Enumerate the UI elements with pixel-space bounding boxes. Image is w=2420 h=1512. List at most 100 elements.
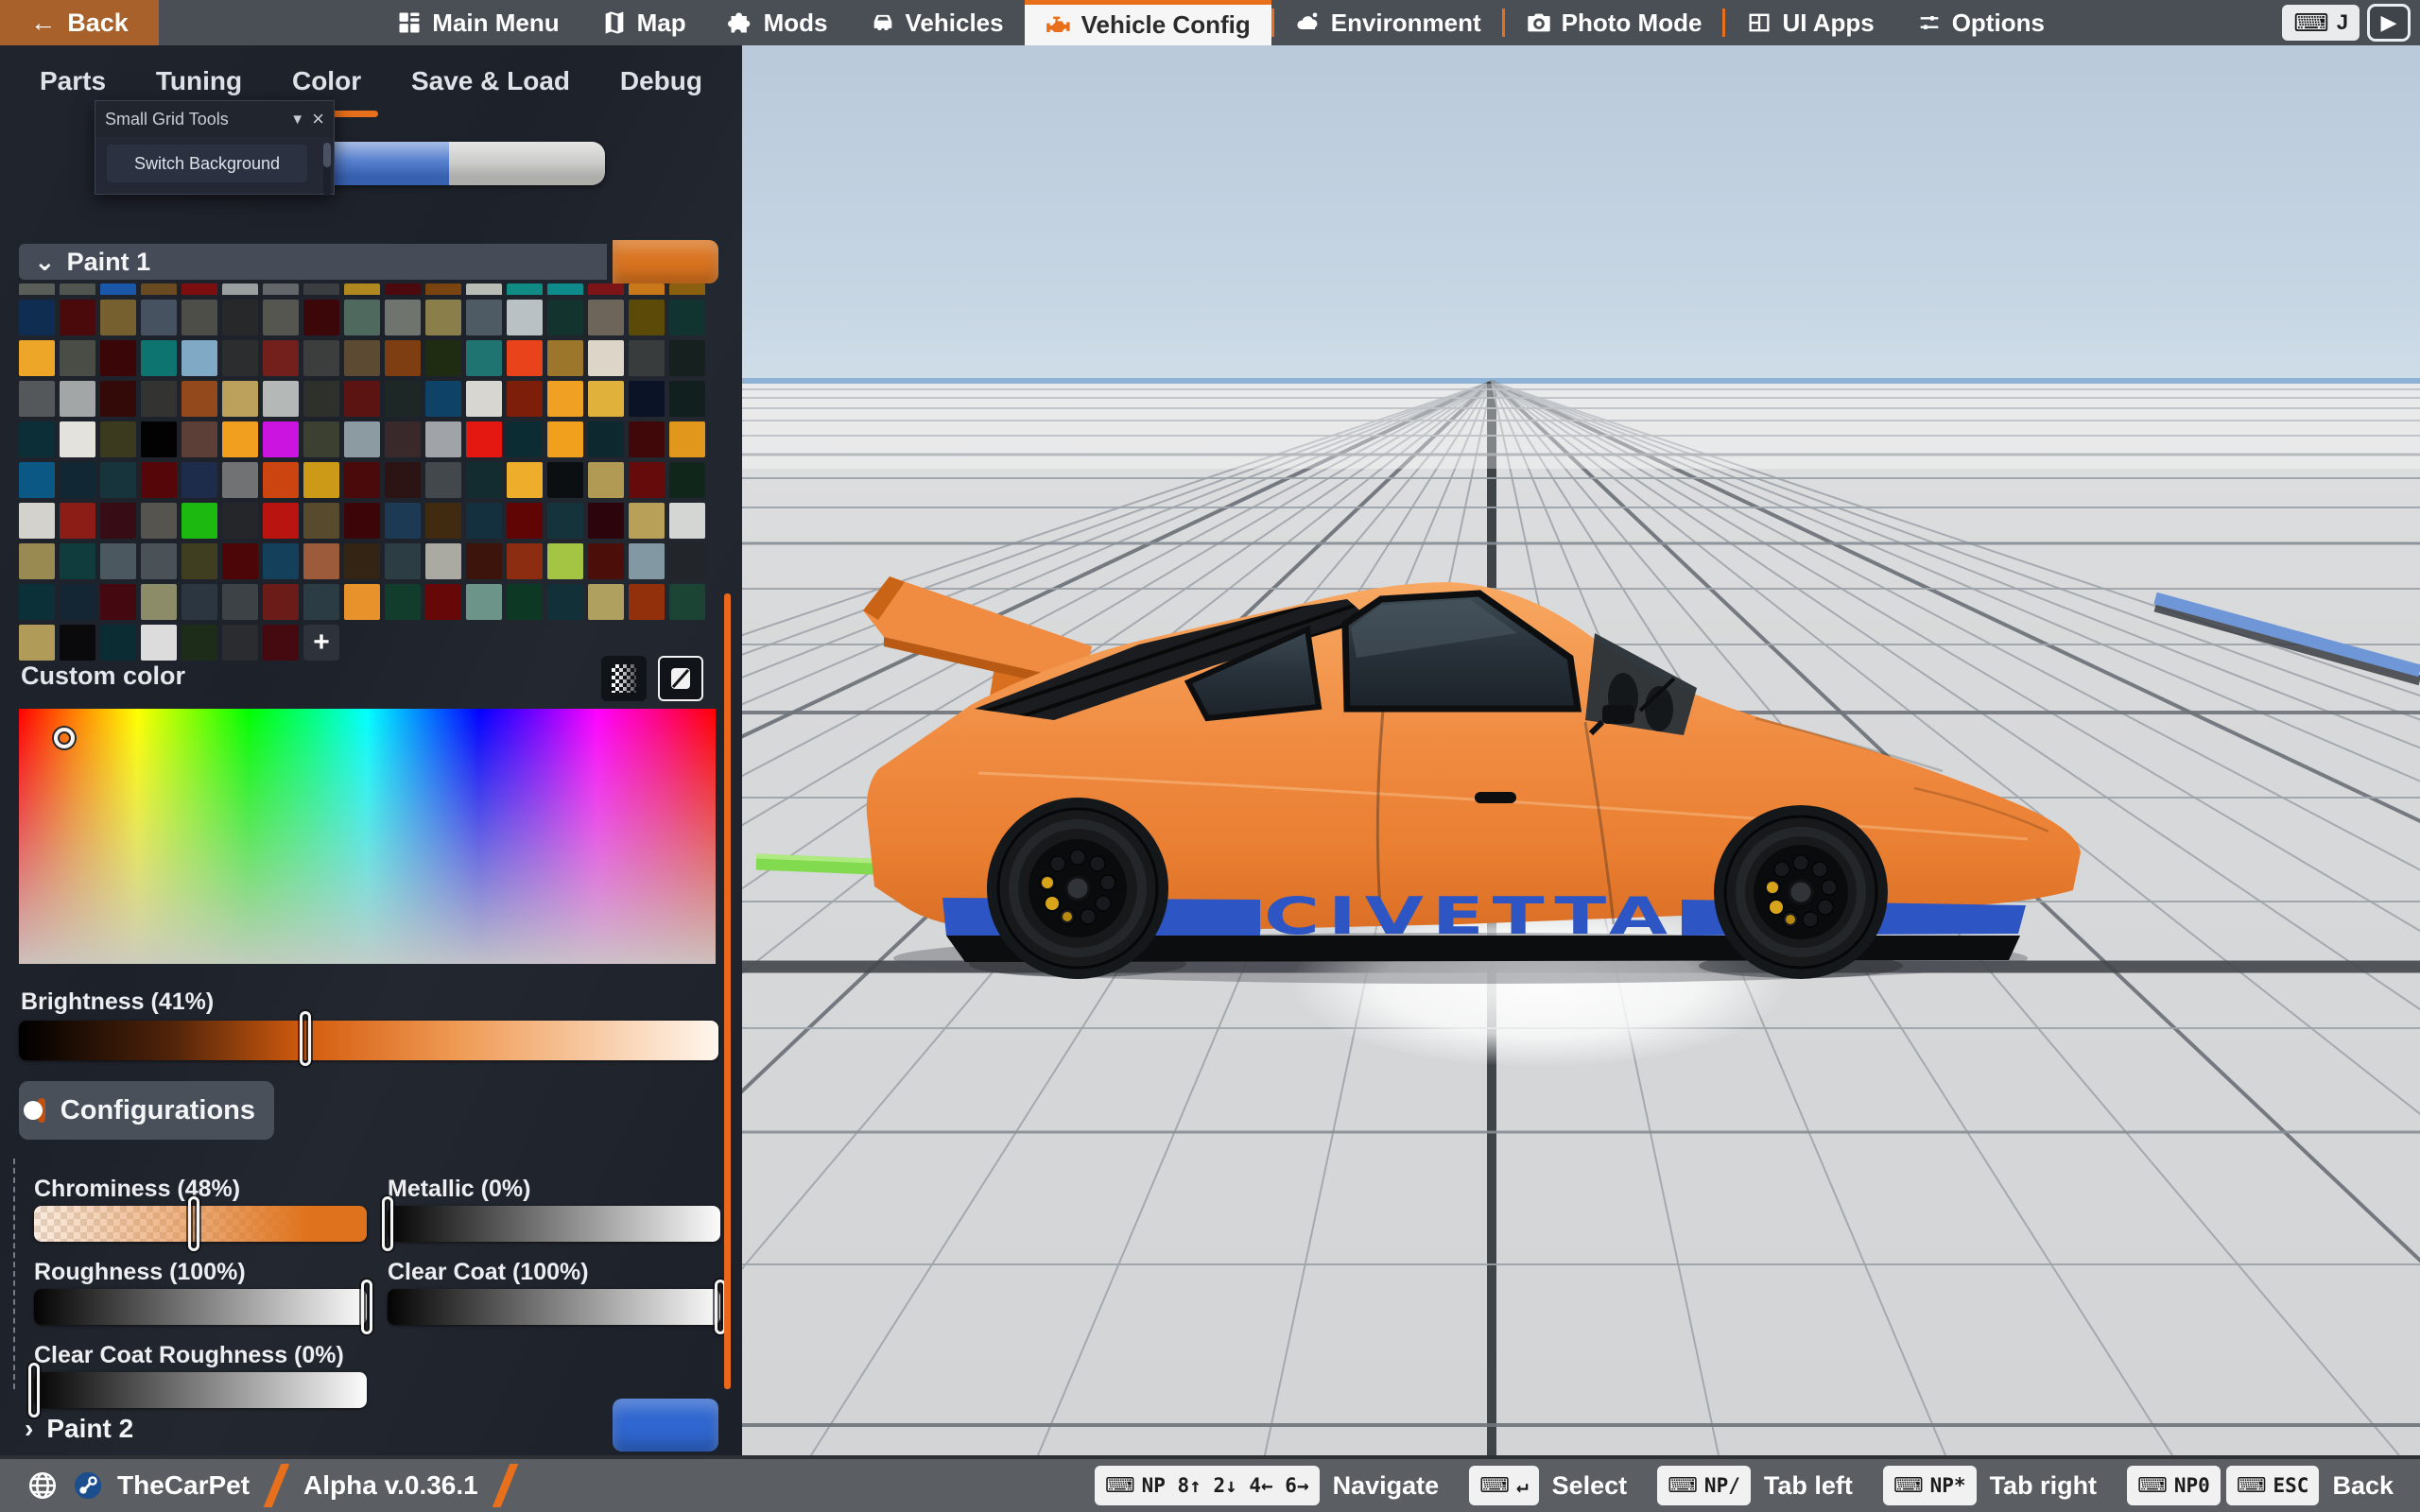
palette-swatch[interactable]: [588, 381, 624, 417]
palette-swatch[interactable]: [507, 503, 543, 539]
palette-swatch[interactable]: [629, 584, 665, 620]
palette-swatch[interactable]: [425, 381, 461, 417]
palette-swatch[interactable]: [629, 381, 665, 417]
palette-swatch[interactable]: [222, 584, 258, 620]
palette-swatch[interactable]: [263, 421, 299, 457]
keyboard-device-badge[interactable]: ⌨ J: [2282, 5, 2360, 41]
metallic-slider[interactable]: [388, 1206, 720, 1242]
back-button[interactable]: ← Back: [0, 0, 159, 45]
menu-item-photo-mode[interactable]: Photo Mode: [1505, 0, 1723, 45]
palette-swatch[interactable]: [588, 300, 624, 335]
palette-swatch[interactable]: [222, 625, 258, 661]
palette-swatch[interactable]: [588, 284, 624, 295]
palette-swatch[interactable]: [222, 421, 258, 457]
menu-item-vehicle-config[interactable]: Vehicle Config: [1025, 0, 1271, 45]
palette-swatch[interactable]: [425, 300, 461, 335]
popup-close-icon[interactable]: ×: [312, 107, 324, 131]
palette-swatch[interactable]: [669, 584, 705, 620]
palette-swatch[interactable]: [507, 584, 543, 620]
palette-swatch[interactable]: [263, 284, 299, 295]
palette-swatch[interactable]: [141, 340, 177, 376]
popup-scrollbar[interactable]: [323, 143, 331, 196]
palette-swatch[interactable]: [60, 462, 95, 498]
palette-swatch[interactable]: [466, 381, 502, 417]
palette-swatch[interactable]: [60, 284, 95, 295]
palette-swatch[interactable]: [303, 300, 339, 335]
menu-item-map[interactable]: Map: [580, 0, 707, 45]
clear-coat-slider[interactable]: [388, 1289, 720, 1325]
palette-swatch[interactable]: [100, 543, 136, 579]
palette-swatch[interactable]: [466, 300, 502, 335]
palette-swatch[interactable]: [588, 421, 624, 457]
palette-swatch[interactable]: [182, 340, 217, 376]
palette-swatch[interactable]: [263, 625, 299, 661]
palette-swatch[interactable]: [141, 584, 177, 620]
palette-swatch[interactable]: [669, 462, 705, 498]
palette-swatch[interactable]: [182, 543, 217, 579]
palette-swatch[interactable]: [547, 381, 583, 417]
palette-swatch[interactable]: [19, 300, 55, 335]
palette-swatch[interactable]: [547, 300, 583, 335]
palette-swatch[interactable]: [263, 340, 299, 376]
palette-swatch[interactable]: [19, 421, 55, 457]
palette-swatch[interactable]: [344, 462, 380, 498]
palette-swatch[interactable]: [263, 503, 299, 539]
menu-item-options[interactable]: Options: [1895, 0, 2066, 45]
palette-swatch[interactable]: [669, 340, 705, 376]
palette-swatch[interactable]: [100, 421, 136, 457]
palette-swatch[interactable]: [60, 625, 95, 661]
palette-swatch[interactable]: [344, 503, 380, 539]
palette-swatch[interactable]: [100, 381, 136, 417]
switch-background-button[interactable]: Switch Background: [107, 145, 307, 182]
palette-swatch[interactable]: [182, 625, 217, 661]
palette-swatch[interactable]: [344, 543, 380, 579]
chrominess-slider-thumb[interactable]: [188, 1196, 199, 1251]
play-button[interactable]: ▶: [2367, 4, 2411, 42]
palette-swatch[interactable]: [19, 503, 55, 539]
palette-swatch[interactable]: [466, 421, 502, 457]
palette-swatch[interactable]: [303, 503, 339, 539]
palette-swatch[interactable]: [182, 503, 217, 539]
metallic-slider-thumb[interactable]: [382, 1196, 393, 1251]
palette-swatch[interactable]: [344, 300, 380, 335]
palette-swatch[interactable]: [385, 503, 421, 539]
palette-swatch[interactable]: [19, 284, 55, 295]
palette-swatch[interactable]: [507, 381, 543, 417]
popup-collapse-icon[interactable]: ▼: [290, 112, 304, 128]
palette-swatch[interactable]: [507, 462, 543, 498]
hue-saturation-field[interactable]: [19, 709, 716, 964]
palette-swatch[interactable]: [669, 300, 705, 335]
tab-debug[interactable]: Debug: [620, 66, 702, 110]
palette-swatch[interactable]: [182, 381, 217, 417]
menu-item-ui-apps[interactable]: UI Apps: [1725, 0, 1894, 45]
palette-swatch[interactable]: [425, 421, 461, 457]
palette-swatch[interactable]: [669, 284, 705, 295]
palette-swatch[interactable]: [141, 421, 177, 457]
palette-swatch[interactable]: [466, 284, 502, 295]
palette-swatch[interactable]: [19, 625, 55, 661]
palette-swatch[interactable]: [60, 584, 95, 620]
palette-swatch[interactable]: [547, 462, 583, 498]
palette-swatch[interactable]: [100, 584, 136, 620]
palette-swatch[interactable]: [60, 543, 95, 579]
palette-swatch[interactable]: [303, 381, 339, 417]
palette-swatch[interactable]: [303, 462, 339, 498]
palette-swatch[interactable]: [344, 340, 380, 376]
palette-swatch[interactable]: [588, 543, 624, 579]
dither-pattern-button[interactable]: [601, 656, 647, 701]
palette-swatch[interactable]: [425, 543, 461, 579]
palette-swatch[interactable]: [344, 381, 380, 417]
palette-swatch[interactable]: [19, 340, 55, 376]
palette-swatch[interactable]: [60, 421, 95, 457]
palette-swatch[interactable]: [303, 284, 339, 295]
palette-swatch[interactable]: [507, 543, 543, 579]
palette-swatch[interactable]: [19, 543, 55, 579]
palette-swatch[interactable]: [547, 340, 583, 376]
palette-swatch[interactable]: [141, 503, 177, 539]
clear-coat-roughness-slider[interactable]: [34, 1372, 367, 1408]
palette-swatch[interactable]: [222, 284, 258, 295]
palette-swatch[interactable]: [222, 340, 258, 376]
palette-swatch[interactable]: [303, 340, 339, 376]
palette-swatch[interactable]: [100, 284, 136, 295]
palette-swatch[interactable]: [669, 503, 705, 539]
